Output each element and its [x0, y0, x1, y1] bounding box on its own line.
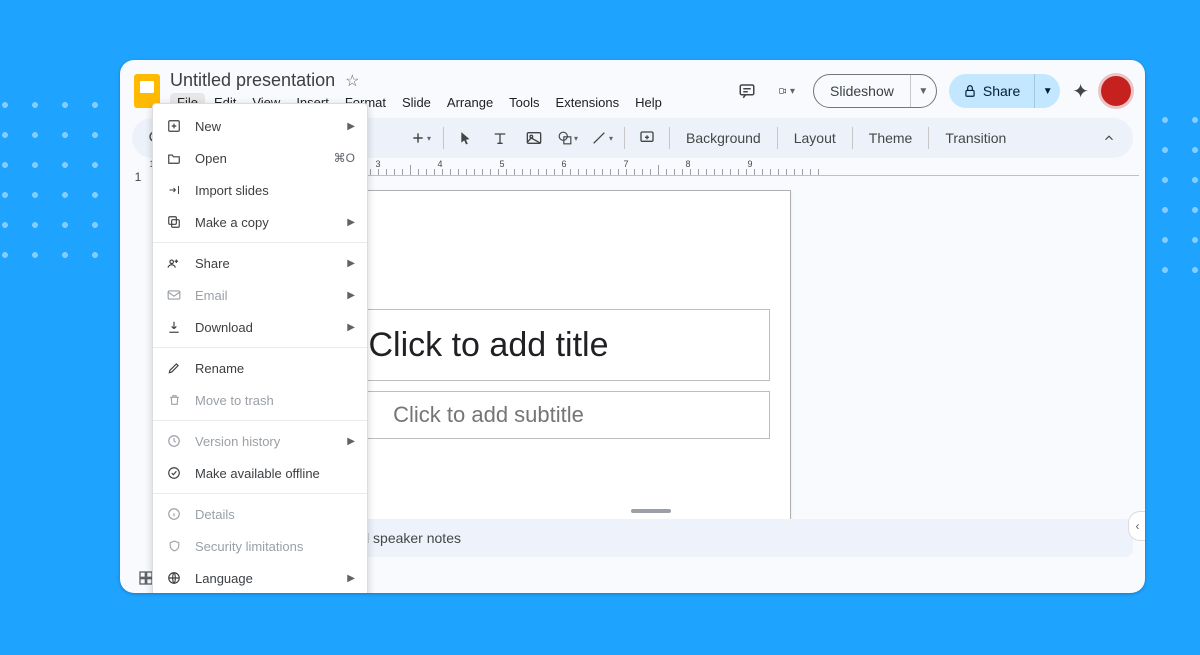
ruler-label: 8	[685, 159, 690, 169]
globe-icon	[165, 571, 183, 585]
file-menu-make-available-offline[interactable]: Make available offline	[153, 457, 367, 489]
layout-button[interactable]: Layout	[784, 123, 846, 153]
gemini-sparkle-icon[interactable]: ✦	[1072, 79, 1089, 104]
menu-help[interactable]: Help	[628, 93, 669, 112]
comment-history-icon[interactable]	[733, 77, 761, 105]
line-tool-icon[interactable]	[586, 123, 618, 153]
submenu-arrow-icon: ▶	[347, 436, 355, 447]
file-menu-make-a-copy[interactable]: Make a copy ▶	[153, 206, 367, 238]
import-icon	[165, 184, 183, 196]
ruler-label: 9	[747, 159, 752, 169]
ruler-label: 5	[499, 159, 504, 169]
menu-item-label: Language	[195, 571, 335, 586]
menu-item-label: Open	[195, 151, 322, 166]
ruler-label: 7	[623, 159, 628, 169]
slideshow-label: Slideshow	[814, 75, 910, 107]
clock-icon	[165, 434, 183, 448]
submenu-arrow-icon: ▶	[347, 121, 355, 132]
menu-tools[interactable]: Tools	[502, 93, 546, 112]
file-menu-version-history: Version history ▶	[153, 425, 367, 457]
theme-button[interactable]: Theme	[859, 123, 923, 153]
file-menu-import-slides[interactable]: Import slides	[153, 174, 367, 206]
info-icon	[165, 507, 183, 521]
menu-item-label: Make available offline	[195, 466, 355, 481]
menu-item-label: Move to trash	[195, 393, 355, 408]
filmstrip: 1	[120, 158, 156, 519]
menu-extensions[interactable]: Extensions	[549, 93, 627, 112]
slideshow-button[interactable]: Slideshow ▼	[813, 74, 937, 108]
file-menu-share[interactable]: Share ▶	[153, 247, 367, 279]
slide-number[interactable]: 1	[135, 170, 142, 200]
menu-item-label: Details	[195, 507, 355, 522]
file-menu-security-limitations: Security limitations	[153, 530, 367, 562]
plus-icon	[165, 119, 183, 133]
ruler-label: 6	[561, 159, 566, 169]
menu-item-label: Security limitations	[195, 539, 355, 554]
meet-button[interactable]	[773, 77, 801, 105]
file-menu-move-to-trash: Move to trash	[153, 384, 367, 416]
app-window: Untitled presentation ☆ FileEditViewInse…	[120, 60, 1145, 593]
share-button[interactable]: Share ▼	[949, 74, 1060, 108]
file-menu-new[interactable]: New ▶	[153, 110, 367, 142]
menu-shortcut: ⌘O	[334, 151, 355, 165]
offline-icon	[165, 466, 183, 480]
pencil-icon	[165, 361, 183, 375]
decorative-dots	[0, 90, 120, 280]
share-dropdown[interactable]: ▼	[1034, 74, 1060, 108]
file-menu-details: Details	[153, 498, 367, 530]
submenu-arrow-icon: ▶	[347, 322, 355, 333]
copy-icon	[165, 215, 183, 229]
file-menu-email: Email ▶	[153, 279, 367, 311]
toolbar-collapse-icon[interactable]	[1093, 123, 1125, 153]
speaker-notes[interactable]: Click to add speaker notes	[280, 519, 1133, 557]
lock-icon	[963, 84, 977, 98]
menu-item-label: Version history	[195, 434, 335, 449]
menu-item-label: Download	[195, 320, 335, 335]
shield-icon	[165, 539, 183, 553]
menu-item-label: Import slides	[195, 183, 355, 198]
background-button[interactable]: Background	[676, 123, 771, 153]
textbox-tool-icon[interactable]	[484, 123, 516, 153]
side-panel-toggle[interactable]: ‹	[1128, 511, 1145, 541]
trash-icon	[165, 393, 183, 407]
menu-slide[interactable]: Slide	[395, 93, 438, 112]
new-slide-button[interactable]	[405, 123, 437, 153]
file-menu-language[interactable]: Language ▶	[153, 562, 367, 593]
submenu-arrow-icon: ▶	[347, 217, 355, 228]
submenu-arrow-icon: ▶	[347, 573, 355, 584]
file-menu-rename[interactable]: Rename	[153, 352, 367, 384]
image-tool-icon[interactable]	[518, 123, 550, 153]
file-menu-open[interactable]: Open ⌘O	[153, 142, 367, 174]
select-tool-icon[interactable]	[450, 123, 482, 153]
share-icon	[165, 256, 183, 270]
menu-arrange[interactable]: Arrange	[440, 93, 500, 112]
comment-tool-icon[interactable]	[631, 123, 663, 153]
file-menu-download[interactable]: Download ▶	[153, 311, 367, 343]
slideshow-dropdown[interactable]: ▼	[910, 75, 936, 107]
shape-tool-icon[interactable]	[552, 123, 584, 153]
notes-resize-handle[interactable]	[631, 509, 671, 513]
transition-button[interactable]: Transition	[935, 123, 1016, 153]
menu-item-label: Rename	[195, 361, 355, 376]
star-icon[interactable]: ☆	[345, 71, 359, 91]
mail-icon	[165, 289, 183, 301]
document-title[interactable]: Untitled presentation	[170, 70, 335, 91]
ruler-label: 4	[437, 159, 442, 169]
file-menu: New▶Open⌘OImport slidesMake a copy▶Share…	[152, 103, 368, 593]
menu-item-label: Share	[195, 256, 335, 271]
menu-item-label: Make a copy	[195, 215, 335, 230]
menu-item-label: New	[195, 119, 335, 134]
folder-icon	[165, 152, 183, 164]
account-avatar[interactable]	[1101, 76, 1131, 106]
submenu-arrow-icon: ▶	[347, 290, 355, 301]
ruler-label: 3	[375, 159, 380, 169]
menu-item-label: Email	[195, 288, 335, 303]
submenu-arrow-icon: ▶	[347, 258, 355, 269]
download-icon	[165, 320, 183, 334]
share-label: Share	[983, 83, 1020, 99]
